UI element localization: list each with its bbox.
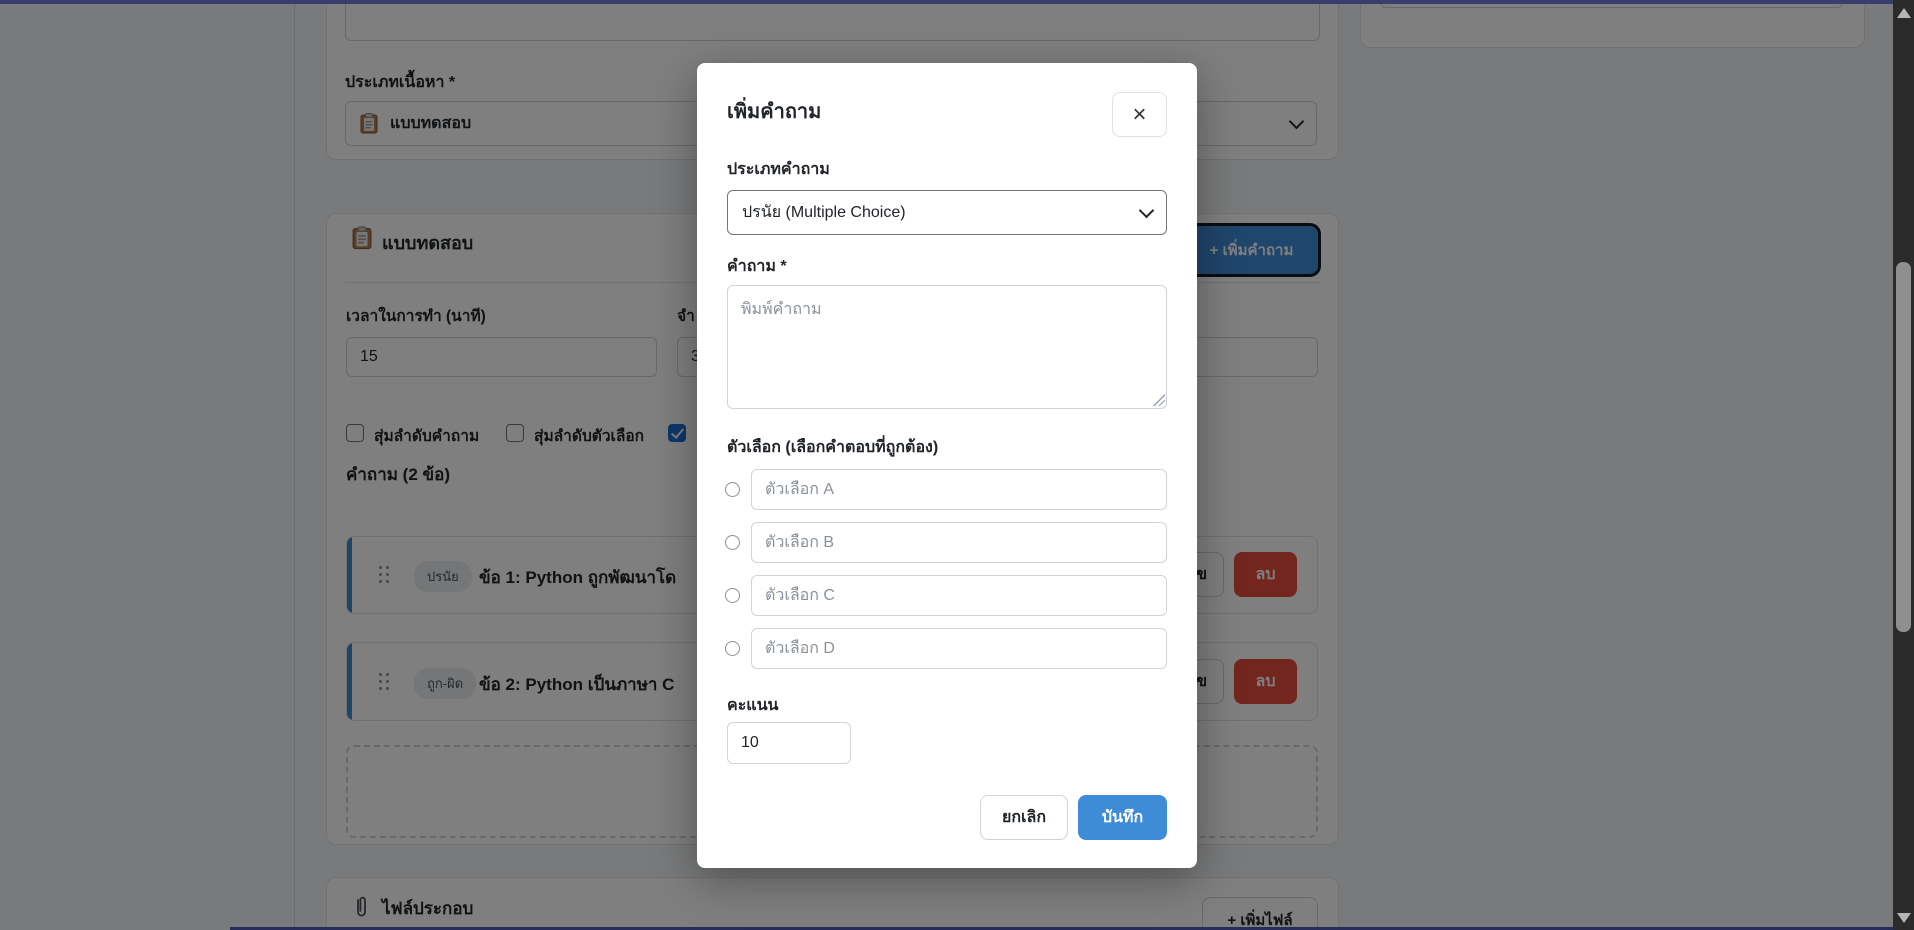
option-radio[interactable] bbox=[725, 482, 740, 497]
score-input[interactable] bbox=[727, 722, 851, 764]
resize-grip-icon[interactable] bbox=[1153, 394, 1165, 406]
chevron-down-icon bbox=[1139, 202, 1155, 218]
close-icon: × bbox=[1132, 103, 1146, 127]
option-input[interactable] bbox=[751, 469, 1167, 510]
option-input[interactable] bbox=[751, 575, 1167, 616]
close-button[interactable]: × bbox=[1112, 92, 1167, 137]
question-label: คำถาม * bbox=[727, 254, 787, 279]
option-radio[interactable] bbox=[725, 535, 740, 550]
question-type-select[interactable]: ปรนัย (Multiple Choice) bbox=[727, 190, 1167, 235]
modal-title: เพิ่มคำถาม bbox=[727, 95, 821, 127]
option-radio[interactable] bbox=[725, 588, 740, 603]
scroll-up-icon[interactable] bbox=[1897, 8, 1911, 18]
save-button[interactable]: บันทึก bbox=[1078, 795, 1167, 840]
option-radio[interactable] bbox=[725, 641, 740, 656]
question-textarea[interactable] bbox=[727, 285, 1167, 409]
scrollbar-thumb[interactable] bbox=[1896, 262, 1911, 632]
question-type-label: ประเภทคำถาม bbox=[727, 157, 830, 182]
cancel-button[interactable]: ยกเลิก bbox=[980, 795, 1068, 840]
add-question-modal: เพิ่มคำถาม × ประเภทคำถาม ปรนัย (Multiple… bbox=[697, 63, 1197, 868]
options-label: ตัวเลือก (เลือกคำตอบที่ถูกต้อง) bbox=[727, 435, 938, 460]
scrollbar[interactable] bbox=[1893, 0, 1914, 930]
question-type-value: ปรนัย (Multiple Choice) bbox=[742, 200, 906, 225]
score-label: คะแนน bbox=[727, 693, 778, 718]
option-input[interactable] bbox=[751, 628, 1167, 669]
option-input[interactable] bbox=[751, 522, 1167, 563]
scroll-down-icon[interactable] bbox=[1897, 913, 1911, 923]
